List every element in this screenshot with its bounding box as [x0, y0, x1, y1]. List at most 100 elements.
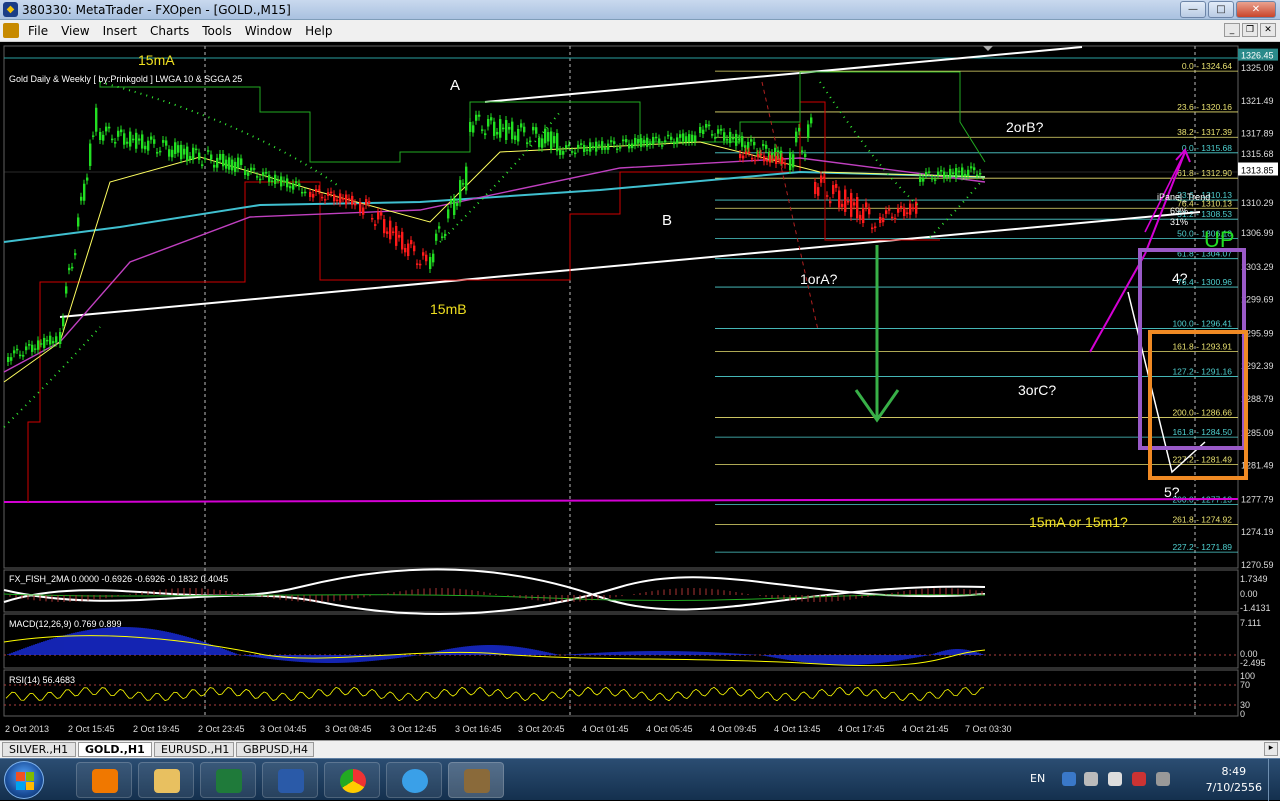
- candle-bull: [529, 140, 532, 143]
- windows-flag-icon: [16, 772, 34, 790]
- fib-level-label: 23.6 - 1320.16: [1177, 102, 1232, 112]
- candle-bull: [595, 141, 598, 152]
- candle-bear: [885, 210, 888, 214]
- annotation-3orc: 3orC?: [1018, 382, 1056, 398]
- fib-level-label: 127.2 - 1291.16: [1172, 366, 1232, 376]
- fib-level-label: 0.0 - 1315.68: [1182, 143, 1232, 153]
- candle-bull: [670, 136, 673, 140]
- candle-bull: [720, 128, 723, 131]
- menu-help[interactable]: Help: [301, 24, 341, 38]
- chart-window-icon[interactable]: [3, 23, 19, 38]
- candle-bull: [496, 131, 499, 135]
- menu-charts[interactable]: Charts: [146, 24, 198, 38]
- candle-bull: [717, 129, 720, 134]
- tab-gold[interactable]: GOLD.,H1: [78, 742, 152, 757]
- help-icon[interactable]: [1062, 772, 1076, 786]
- candle-bull: [13, 350, 16, 354]
- volume-muted-icon[interactable]: [1132, 772, 1146, 786]
- candle-bull: [429, 257, 432, 269]
- start-button[interactable]: [4, 761, 44, 799]
- candle-bull: [601, 141, 604, 151]
- time-axis-label: 3 Oct 16:45: [455, 724, 502, 734]
- menu-file[interactable]: File: [24, 24, 57, 38]
- language-indicator[interactable]: EN: [1030, 772, 1045, 785]
- chart-area[interactable]: 1326.45 1325.09 1321.49 1317.89 1315.68 1313.…: [0, 42, 1280, 740]
- menu-window[interactable]: Window: [241, 24, 301, 38]
- child-restore-button[interactable]: ❐: [1242, 23, 1258, 37]
- menu-insert[interactable]: Insert: [99, 24, 146, 38]
- menu-items: File View Insert Charts Tools Window Hel…: [24, 24, 341, 38]
- flag-icon[interactable]: [1108, 772, 1122, 786]
- task-excel[interactable]: [200, 762, 256, 798]
- task-internet-explorer[interactable]: [386, 762, 442, 798]
- annotation-4: 4?: [1172, 270, 1188, 286]
- candle-bear: [853, 202, 856, 206]
- task-media-player[interactable]: [76, 762, 132, 798]
- candle-bull: [655, 136, 658, 139]
- time-axis-label: 4 Oct 21:45: [902, 724, 949, 734]
- tab-gbpusd[interactable]: GBPUSD,H4: [236, 742, 314, 757]
- candle-bull: [490, 117, 493, 121]
- candle-bull: [732, 137, 735, 140]
- candle-bear: [835, 183, 838, 188]
- candle-bull: [28, 344, 31, 346]
- candle-bull: [234, 161, 237, 172]
- candle-bull: [726, 139, 729, 141]
- tab-eurusd[interactable]: EURUSD.,H1: [154, 742, 234, 757]
- window-title: 380330: MetaTrader - FXOpen - [GOLD.,M15…: [22, 3, 291, 17]
- candle-bull: [89, 143, 92, 166]
- candle-bull: [10, 357, 13, 361]
- time-axis-label: 4 Oct 05:45: [646, 724, 693, 734]
- candle-bear: [362, 207, 365, 215]
- menu-tools[interactable]: Tools: [198, 24, 241, 38]
- candle-bull: [729, 131, 732, 144]
- tabs-scroll-right[interactable]: ▸: [1264, 742, 1278, 756]
- candle-bull: [129, 131, 132, 147]
- candle-bull: [475, 114, 478, 121]
- price-axis-label: 1310.29: [1241, 198, 1274, 208]
- candle-bear: [348, 198, 351, 200]
- candle-bull: [676, 137, 679, 144]
- child-minimize-button[interactable]: _: [1224, 23, 1240, 37]
- candle-bull: [68, 267, 71, 271]
- maximize-button[interactable]: □: [1208, 1, 1234, 18]
- tab-silver[interactable]: SILVER.,H1: [2, 742, 76, 757]
- candle-bull: [432, 253, 435, 263]
- close-button[interactable]: ✕: [1236, 1, 1276, 18]
- candle-bull: [762, 144, 765, 147]
- task-file-explorer[interactable]: [138, 762, 194, 798]
- candle-bull: [934, 179, 937, 181]
- show-desktop-button[interactable]: [1268, 759, 1280, 801]
- macd-pane-frame: [3, 613, 1239, 669]
- metatrader-app-icon[interactable]: ◆: [3, 2, 18, 17]
- candle-bull: [682, 133, 685, 142]
- candle-bull: [610, 140, 613, 143]
- menu-view[interactable]: View: [57, 24, 98, 38]
- candle-bear: [888, 209, 891, 211]
- candle-bull: [517, 128, 520, 142]
- candle-bull: [219, 153, 222, 160]
- candle-bear: [757, 154, 760, 158]
- candle-bear: [321, 196, 324, 199]
- candle-bull: [37, 340, 40, 350]
- candle-bear: [871, 227, 874, 230]
- task-chrome[interactable]: [324, 762, 380, 798]
- candle-bull: [55, 336, 58, 343]
- task-word[interactable]: [262, 762, 318, 798]
- minimize-button[interactable]: —: [1180, 1, 1206, 18]
- dashed-red-line: [761, 81, 819, 331]
- rsi-tick-label: 0: [1240, 709, 1245, 719]
- candle-bear: [879, 217, 882, 223]
- magenta-wave-line: [1089, 253, 1146, 353]
- power-icon[interactable]: [1156, 772, 1170, 786]
- child-close-button[interactable]: ✕: [1260, 23, 1276, 37]
- candle-bull: [565, 145, 568, 149]
- candle-bull: [126, 141, 129, 144]
- clock[interactable]: 8:49 7/10/2556: [1206, 764, 1262, 796]
- task-metatrader[interactable]: [448, 762, 504, 798]
- price-chart[interactable]: 1326.45 1325.09 1321.49 1317.89 1315.68 1313.…: [0, 42, 1280, 740]
- candle-bull: [502, 127, 505, 130]
- network-icon[interactable]: [1084, 772, 1098, 786]
- fib-level-label: 61.8 - 1312.90: [1177, 168, 1232, 178]
- candle-bull: [798, 127, 801, 132]
